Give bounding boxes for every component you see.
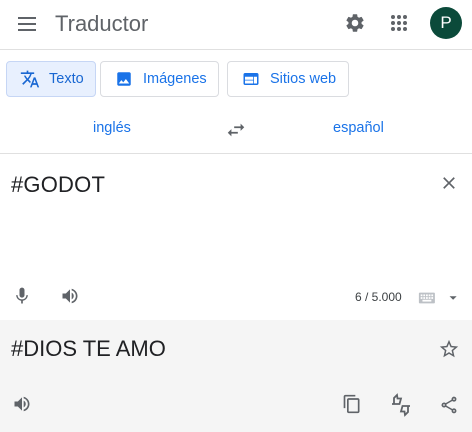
source-language-button[interactable]: inglés	[93, 120, 131, 136]
mode-websites-label: Sitios web	[270, 71, 337, 87]
translation-output: #DIOS TE AMO	[11, 336, 166, 361]
close-icon	[443, 177, 455, 189]
speaker-icon	[62, 288, 78, 304]
listen-source-button[interactable]	[58, 284, 82, 308]
input-tools-button[interactable]	[418, 288, 460, 308]
star-outline-icon	[439, 339, 459, 358]
translation-panel: #DIOS TE AMO	[0, 320, 472, 432]
listen-translation-button[interactable]	[10, 392, 34, 416]
share-icon	[441, 396, 457, 414]
google-apps-button[interactable]	[384, 8, 414, 38]
voice-input-button[interactable]	[10, 284, 34, 308]
main-menu-button[interactable]	[12, 9, 42, 39]
target-language-button[interactable]: español	[333, 120, 384, 136]
app-title: Traductor	[55, 11, 149, 36]
translate-icon	[19, 69, 41, 89]
hamburger-menu-icon	[18, 17, 36, 31]
mode-text-label: Texto	[49, 71, 84, 87]
share-translation-button[interactable]	[436, 392, 462, 418]
gear-icon	[346, 14, 364, 32]
apps-grid-icon	[391, 15, 407, 31]
swap-languages-button[interactable]	[222, 116, 250, 144]
character-count: 6 / 5.000	[355, 290, 402, 304]
copy-translation-button[interactable]	[340, 392, 364, 416]
clear-text-button[interactable]	[436, 170, 462, 196]
account-avatar[interactable]: P	[430, 7, 462, 39]
mode-text-button[interactable]: Texto	[6, 61, 96, 97]
mode-images-label: Imágenes	[143, 71, 207, 87]
web-icon	[240, 69, 262, 89]
image-icon	[113, 69, 135, 89]
mode-images-button[interactable]: Imágenes	[100, 61, 219, 97]
language-bar: inglés español	[0, 108, 472, 154]
save-translation-button[interactable]	[436, 336, 462, 362]
keyboard-icon	[418, 292, 435, 304]
app-header: Traductor P	[0, 0, 472, 50]
settings-button[interactable]	[340, 8, 370, 38]
swap-arrows-icon	[227, 123, 245, 137]
copy-icon	[343, 394, 360, 414]
thumbs-up-down-icon	[392, 393, 410, 417]
mode-websites-button[interactable]: Sitios web	[227, 61, 349, 97]
speaker-icon	[14, 396, 30, 412]
chevron-down-icon	[449, 296, 457, 300]
rate-translation-button[interactable]	[388, 392, 414, 418]
source-text-input[interactable]: #GODOT	[11, 172, 105, 198]
microphone-icon	[16, 287, 28, 304]
